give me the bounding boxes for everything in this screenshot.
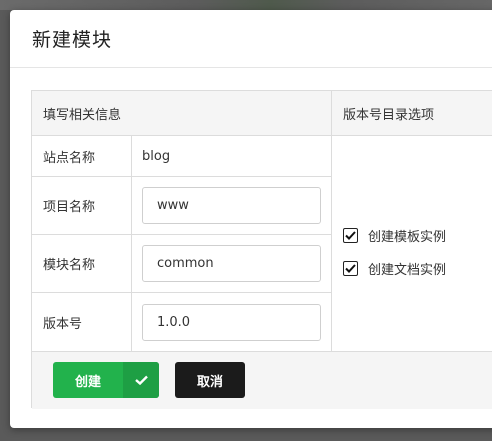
- module-name-label: 模块名称: [32, 235, 132, 292]
- create-button-label: 创建: [74, 374, 101, 390]
- version-label: 版本号: [32, 293, 132, 351]
- module-form-panel: 填写相关信息 站点名称 blog 项目名称 模块名称 版本号 版本号目录选项: [31, 90, 492, 409]
- create-button[interactable]: 创建: [53, 362, 159, 398]
- project-name-label: 项目名称: [32, 177, 132, 234]
- version-options-column: 版本号目录选项 创建模板实例 创建文档实例: [332, 91, 492, 351]
- modal-footer: 创建 取消: [32, 351, 492, 409]
- module-name-field-wrap: [132, 245, 321, 282]
- option-create-template-instance[interactable]: 创建模板实例: [343, 219, 446, 252]
- project-name-field-wrap: [132, 187, 321, 224]
- checkmark-icon: [134, 375, 148, 385]
- info-column: 填写相关信息 站点名称 blog 项目名称 模块名称 版本号: [32, 91, 332, 351]
- version-options-heading: 版本号目录选项: [332, 91, 492, 136]
- doc-instance-label: 创建文档实例: [368, 263, 447, 278]
- modal-title: 新建模块: [32, 29, 113, 51]
- module-name-row: 模块名称: [32, 235, 332, 293]
- site-name-label: 站点名称: [32, 136, 132, 176]
- project-name-row: 项目名称: [32, 177, 332, 235]
- version-field-wrap: [132, 303, 321, 341]
- template-instance-label: 创建模板实例: [368, 230, 447, 245]
- create-button-icon-wrap: [123, 362, 159, 398]
- version-row: 版本号: [32, 293, 332, 351]
- site-name-value: blog: [142, 148, 171, 164]
- template-instance-checkbox[interactable]: [343, 228, 358, 243]
- module-name-input[interactable]: [142, 245, 321, 282]
- project-name-input[interactable]: [142, 187, 321, 224]
- version-options-list: 创建模板实例 创建文档实例: [343, 219, 446, 285]
- doc-instance-checkbox[interactable]: [343, 261, 358, 276]
- site-name-row: 站点名称 blog: [32, 136, 332, 177]
- checkmark-icon: [345, 264, 356, 273]
- page-backdrop: [0, 0, 492, 10]
- modal-header: 新建模块: [10, 10, 492, 68]
- option-create-doc-instance[interactable]: 创建文档实例: [343, 252, 446, 285]
- version-input[interactable]: [142, 303, 321, 341]
- info-section-heading: 填写相关信息: [32, 91, 331, 136]
- checkmark-icon: [345, 231, 356, 240]
- cancel-button[interactable]: 取消: [175, 362, 245, 398]
